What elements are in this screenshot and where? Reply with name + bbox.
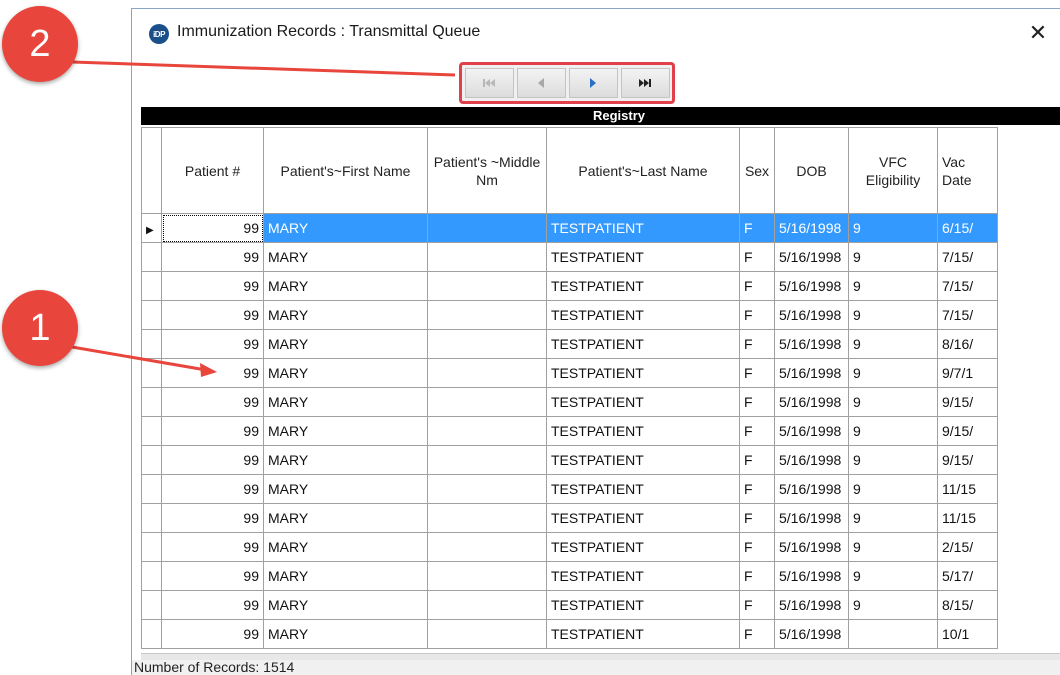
callout-badge-1: 1 <box>2 290 78 366</box>
callout-arrow-1 <box>71 345 207 372</box>
callout-arrows <box>71 60 456 377</box>
callout-arrow-2 <box>71 60 456 77</box>
callout-badge-2: 2 <box>2 6 78 82</box>
callout-arrowhead-1 <box>200 363 217 377</box>
